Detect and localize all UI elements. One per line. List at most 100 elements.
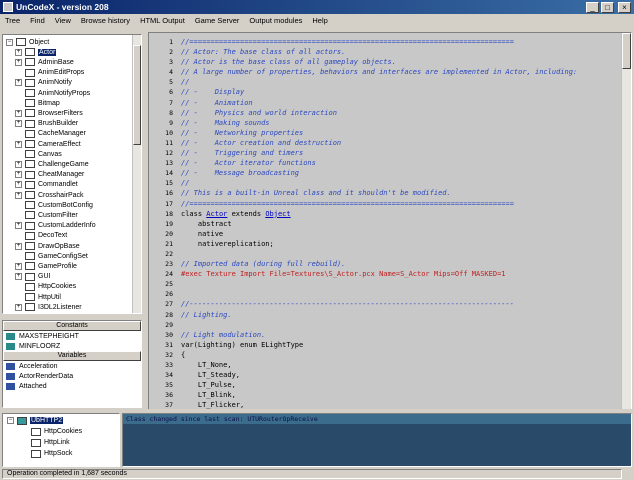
code-line[interactable]: // - Making sounds <box>181 118 627 128</box>
close-button[interactable]: × <box>618 1 631 13</box>
tree-item[interactable]: + CrosshairPack <box>15 190 84 200</box>
code-line[interactable]: native <box>181 229 627 239</box>
class-tree[interactable]: − Object + Actor + AdminBase AnimEditProps + A… <box>2 34 142 314</box>
tree-item[interactable]: + GUI <box>15 272 50 282</box>
code-line[interactable]: // - Actor iterator functions <box>181 158 627 168</box>
tree-item[interactable]: HttpCookies <box>15 282 76 292</box>
code-line[interactable]: nativereplication; <box>181 239 627 249</box>
variable-item[interactable]: ActorRenderData <box>3 371 141 381</box>
code-line[interactable]: // Lighting. <box>181 310 627 320</box>
code-line[interactable]: // - Display <box>181 87 627 97</box>
code-area[interactable]: //======================================… <box>181 37 627 409</box>
tree-item[interactable]: + BrushBuilder <box>15 119 78 129</box>
code-line[interactable]: #exec Texture Import File=Textures\S_Act… <box>181 269 627 279</box>
package-tree-item[interactable]: HttpLink <box>21 437 70 448</box>
expand-icon[interactable]: + <box>15 262 22 270</box>
tree-item[interactable]: + AnimNotify <box>15 78 72 88</box>
code-line[interactable]: // <box>181 77 627 87</box>
menu-browse-history[interactable]: Browse history <box>76 16 135 25</box>
menu-output-modules[interactable]: Output modules <box>244 16 307 25</box>
expand-icon[interactable]: + <box>15 181 22 189</box>
tree-item[interactable]: + BrowserFilters <box>15 108 83 118</box>
tree-item[interactable]: + GameProfile <box>15 261 77 271</box>
code-line[interactable]: // <box>181 178 627 188</box>
tree-scrollbar[interactable] <box>132 35 141 313</box>
tree-item[interactable]: + CustomLadderInfo <box>15 221 96 231</box>
tree-item[interactable]: AnimNotifyProps <box>15 88 90 98</box>
tree-item[interactable]: + Commandlet <box>15 180 78 190</box>
code-line[interactable] <box>181 320 627 330</box>
variables-header[interactable]: Variables <box>3 351 141 361</box>
expand-icon[interactable]: + <box>15 79 22 87</box>
expand-icon[interactable]: + <box>15 191 22 199</box>
minimize-button[interactable]: _ <box>586 1 599 13</box>
expand-icon[interactable]: + <box>15 242 22 250</box>
code-line[interactable]: LT_Steady, <box>181 370 627 380</box>
tree-item[interactable]: CustomFilter <box>15 210 78 220</box>
constants-header[interactable]: Constants <box>3 321 141 331</box>
menu-find[interactable]: Find <box>25 16 50 25</box>
tree-item[interactable]: + I3DL2Listener <box>15 302 82 312</box>
tree-item[interactable]: Canvas <box>15 149 62 159</box>
tree-item[interactable]: CacheManager <box>15 129 86 139</box>
expand-icon[interactable]: + <box>15 109 22 117</box>
tree-scroll-thumb[interactable] <box>133 45 141 145</box>
expand-icon[interactable]: + <box>15 303 22 311</box>
tree-root[interactable]: − Object <box>6 37 49 47</box>
tree-item[interactable]: + DrawOpBase <box>15 241 80 251</box>
code-line[interactable]: // Actor: The base class of all actors. <box>181 47 627 57</box>
code-line[interactable]: // - Animation <box>181 98 627 108</box>
menu-html-output[interactable]: HTML Output <box>135 16 190 25</box>
code-line[interactable]: // - Physics and world interaction <box>181 108 627 118</box>
code-line[interactable]: var(Lighting) enum ELightType <box>181 340 627 350</box>
tree-item[interactable]: CustomBotConfig <box>15 200 93 210</box>
code-line[interactable]: // - Triggering and timers <box>181 148 627 158</box>
variable-item[interactable]: Acceleration <box>3 361 141 371</box>
expand-icon[interactable]: + <box>15 48 22 56</box>
tree-item[interactable]: + Actor <box>15 47 57 57</box>
expand-icon[interactable]: + <box>15 140 22 148</box>
tree-item[interactable]: GameConfigSet <box>15 251 88 261</box>
code-line[interactable]: // This is a built-in Unreal class and i… <box>181 188 627 198</box>
code-line[interactable]: // - Networking properties <box>181 128 627 138</box>
menu-view[interactable]: View <box>50 16 76 25</box>
code-line[interactable]: //======================================… <box>181 199 627 209</box>
code-line[interactable] <box>181 289 627 299</box>
code-line[interactable]: { <box>181 350 627 360</box>
code-line[interactable]: // Imported data (during full rebuild). <box>181 259 627 269</box>
tree-item[interactable]: Bitmap <box>15 98 60 108</box>
collapse-icon[interactable]: − <box>6 38 13 46</box>
constant-item[interactable]: MAXSTEPHEIGHT <box>3 331 141 341</box>
code-line[interactable]: class Actor extends Object <box>181 209 627 219</box>
tree-item[interactable]: + ChallengeGame <box>15 159 89 169</box>
editor-scroll-thumb[interactable] <box>622 33 631 69</box>
code-line[interactable]: // - Message broadcasting <box>181 168 627 178</box>
code-line[interactable]: // Light modulation. <box>181 330 627 340</box>
tree-item[interactable]: + AdminBase <box>15 57 74 67</box>
collapse-icon[interactable]: − <box>7 417 14 424</box>
code-line[interactable]: LT_Pulse, <box>181 380 627 390</box>
package-tree-item[interactable]: HttpSock <box>21 448 72 459</box>
code-line[interactable]: //======================================… <box>181 37 627 47</box>
menu-help[interactable]: Help <box>307 16 332 25</box>
package-tree[interactable]: − UbHTTP2 HttpCookies HttpLink HttpSock <box>2 413 120 467</box>
constant-item[interactable]: MINFLOORZ <box>3 341 141 351</box>
code-line[interactable]: // Actor is the base class of all gamepl… <box>181 57 627 67</box>
expand-icon[interactable]: + <box>15 222 22 230</box>
source-editor[interactable]: 1 2 3 4 5 6 7 8 9 10 11 12 13 14 15 16 17 18 19 20 21 22 23 24 2… <box>148 32 632 410</box>
tree-item[interactable]: DecoText <box>15 231 67 241</box>
code-line[interactable] <box>181 249 627 259</box>
maximize-button[interactable]: □ <box>601 1 614 13</box>
code-line[interactable]: // A large number of properties, behavio… <box>181 67 627 77</box>
expand-icon[interactable]: + <box>15 58 22 66</box>
expand-icon[interactable]: + <box>15 160 22 168</box>
code-line[interactable]: // - Actor creation and destruction <box>181 138 627 148</box>
code-line[interactable]: abstract <box>181 219 627 229</box>
package-tree-root[interactable]: − UbHTTP2 <box>7 415 64 426</box>
editor-scrollbar[interactable] <box>621 33 631 409</box>
code-line[interactable]: LT_None, <box>181 360 627 370</box>
code-line[interactable]: //--------------------------------------… <box>181 299 627 309</box>
package-tree-item[interactable]: HttpCookies <box>21 426 82 437</box>
tree-item[interactable]: AnimEditProps <box>15 68 84 78</box>
menu-tree[interactable]: Tree <box>0 16 25 25</box>
